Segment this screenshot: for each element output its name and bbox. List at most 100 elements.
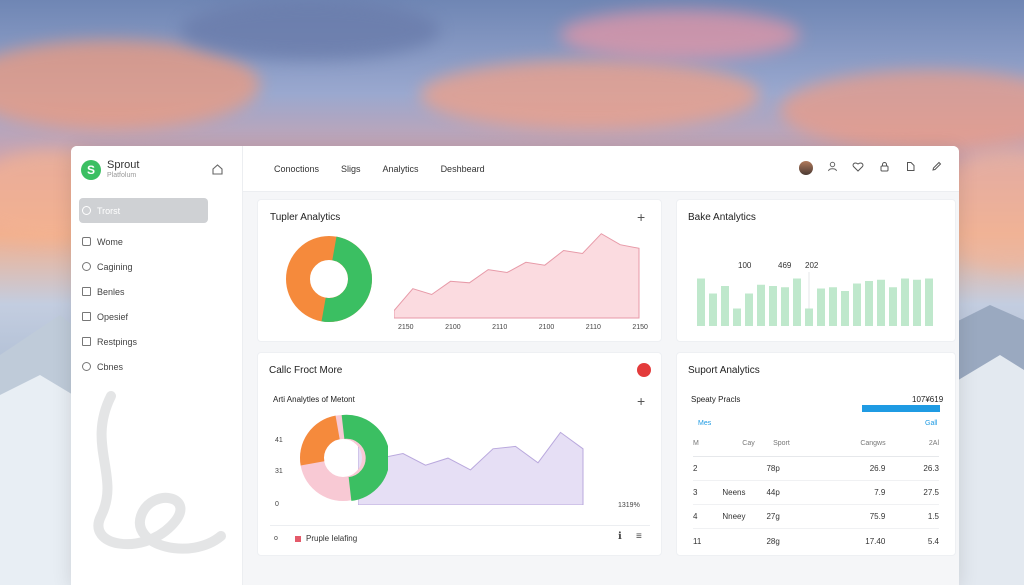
table-cell: 3 [693, 488, 698, 497]
link-icon [82, 362, 91, 371]
tab-conoctions[interactable]: Conoctions [274, 164, 319, 174]
sidebar-item-cagining[interactable]: Cagining [79, 254, 208, 279]
bar [805, 308, 813, 326]
chart-label: 202 [805, 261, 819, 270]
pen-icon[interactable] [929, 161, 943, 175]
heart-icon[interactable] [851, 161, 865, 175]
bar [817, 288, 825, 326]
sidebar-item-label: Benles [97, 286, 125, 297]
bar [733, 308, 741, 326]
list-icon [82, 287, 91, 296]
column-header: 2Al [928, 440, 940, 447]
y-tick-label: 0 [275, 501, 279, 508]
red-status-icon[interactable] [637, 363, 651, 377]
brand-subtitle: Platfolum [107, 172, 137, 179]
x-tick-label: 2110 [585, 324, 601, 331]
dashboard-window: S Sprout Platfolum Trorst Wome Cagining … [71, 146, 959, 585]
sidebar-item-cbnes[interactable]: Cbnes [79, 354, 208, 379]
menu-icon[interactable]: ≡ [636, 531, 642, 542]
gear-icon [82, 206, 91, 215]
table-cell: 1.5 [927, 512, 939, 521]
bar [793, 278, 801, 326]
bar [889, 287, 897, 326]
home-icon[interactable] [211, 163, 225, 177]
tab-sligs[interactable]: Sligs [341, 164, 361, 174]
tab-mes[interactable]: Mes [698, 420, 711, 427]
bar [913, 279, 921, 326]
x-tick-label: 2150 [398, 324, 414, 331]
table-header: M Cay Sport Cangws 2Al [693, 431, 939, 457]
sidebar-item-label: Trorst [97, 205, 121, 216]
clock-icon [82, 262, 91, 271]
decorative-swirl [93, 391, 226, 554]
tab-deshbeard[interactable]: Deshbeard [441, 164, 485, 174]
tupler-analytics-card: Tupler Analytics + 2150 2100 2110 2100 2… [257, 199, 662, 342]
bar [709, 293, 717, 326]
bar [721, 286, 729, 326]
table-cell: 7.9 [874, 488, 886, 497]
table-cell: Nneey [722, 512, 746, 521]
card-title: Suport Analytics [688, 365, 760, 376]
sidebar-item-benles[interactable]: Benles [79, 279, 208, 304]
callc-froct-more-card: Callc Froct More Arti Analytles of Meton… [257, 352, 662, 556]
x-tick-label: 2100 [445, 324, 461, 331]
table-cell: 28g [766, 536, 780, 546]
brand-name: Sprout [107, 159, 140, 171]
progress-track [862, 405, 940, 412]
info-icon[interactable]: ℹ [618, 531, 622, 542]
lock-icon[interactable] [877, 161, 891, 175]
table-cell: 17.40 [865, 536, 886, 546]
top-bar: Conoctions Sligs Analytics Deshbeard [243, 146, 959, 192]
add-icon[interactable]: + [637, 210, 645, 224]
table-row: 3 Neens 44p 7.9 27.5 [693, 481, 939, 505]
toolbar-icons [799, 161, 943, 175]
table-cell: 26.3 [923, 464, 939, 473]
card-title: Tupler Analytics [270, 212, 341, 223]
table-row: 2 78p 26.9 26.3 [693, 457, 939, 481]
x-axis-labels: 2150 2100 2110 2100 2110 2150 [398, 324, 648, 331]
legend-swatch [295, 535, 301, 542]
add-icon[interactable]: + [637, 394, 645, 408]
square-icon [82, 237, 91, 246]
sidebar-nav: Trorst Wome Cagining Benles Opesief Rest… [79, 198, 208, 379]
donut-chart [300, 414, 388, 501]
sidebar-item-label: Opesief [97, 311, 129, 322]
bar [925, 278, 933, 326]
sidebar-item-restpings[interactable]: Restpings [79, 329, 208, 354]
table-cell: 27.5 [923, 488, 939, 497]
tab-gall[interactable]: Gall [925, 420, 937, 427]
brand: S Sprout Platfolum [81, 160, 139, 180]
data-table: M Cay Sport Cangws 2Al 2 78p 26.9 26.3 3 Nee… [693, 431, 939, 553]
bar-label: Speaty Pracls [691, 395, 741, 404]
sidebar-item-wome[interactable]: Wome [79, 229, 208, 254]
avatar[interactable] [799, 161, 813, 175]
legend-left-label: o [274, 535, 278, 542]
table-cell: 5.4 [927, 536, 939, 546]
table-row: 11 28g 17.40 5.4 [693, 529, 939, 553]
chart-label: 100 [738, 261, 752, 270]
table-cell: 11 [693, 536, 702, 546]
table-cell: 4 [693, 512, 698, 521]
bookmark-icon[interactable] [903, 161, 917, 175]
user-icon[interactable] [825, 161, 839, 175]
sidebar-item-trorst[interactable]: Trorst [79, 198, 208, 223]
card-title: Bake Antalytics [688, 212, 756, 223]
x-tick-label: 2150 [632, 324, 648, 331]
bar [853, 283, 861, 326]
sidebar-item-label: Wome [97, 236, 123, 247]
bake-antalytics-card: Bake Antalytics 100 469 202 [676, 199, 956, 342]
column-header: Sport [773, 440, 790, 447]
y-tick-label: 41 [275, 437, 283, 444]
table-cell: Neens [722, 488, 746, 497]
sidebar-item-opesief[interactable]: Opesief [79, 304, 208, 329]
legend-item: Pruple Ielafing [295, 534, 357, 543]
sidebar: S Sprout Platfolum Trorst Wome Cagining … [71, 146, 243, 585]
card-subtitle: Arti Analytles of Metont [273, 395, 355, 404]
table-row: 4 Nneey 27g 75.9 1.5 [693, 505, 939, 529]
bar [781, 287, 789, 326]
x-tick-label: 2100 [538, 324, 555, 331]
table-cell: 78p [766, 464, 780, 473]
tab-analytics[interactable]: Analytics [383, 164, 419, 174]
top-tabs: Conoctions Sligs Analytics Deshbeard [274, 164, 507, 174]
sidebar-item-label: Cagining [97, 261, 133, 272]
